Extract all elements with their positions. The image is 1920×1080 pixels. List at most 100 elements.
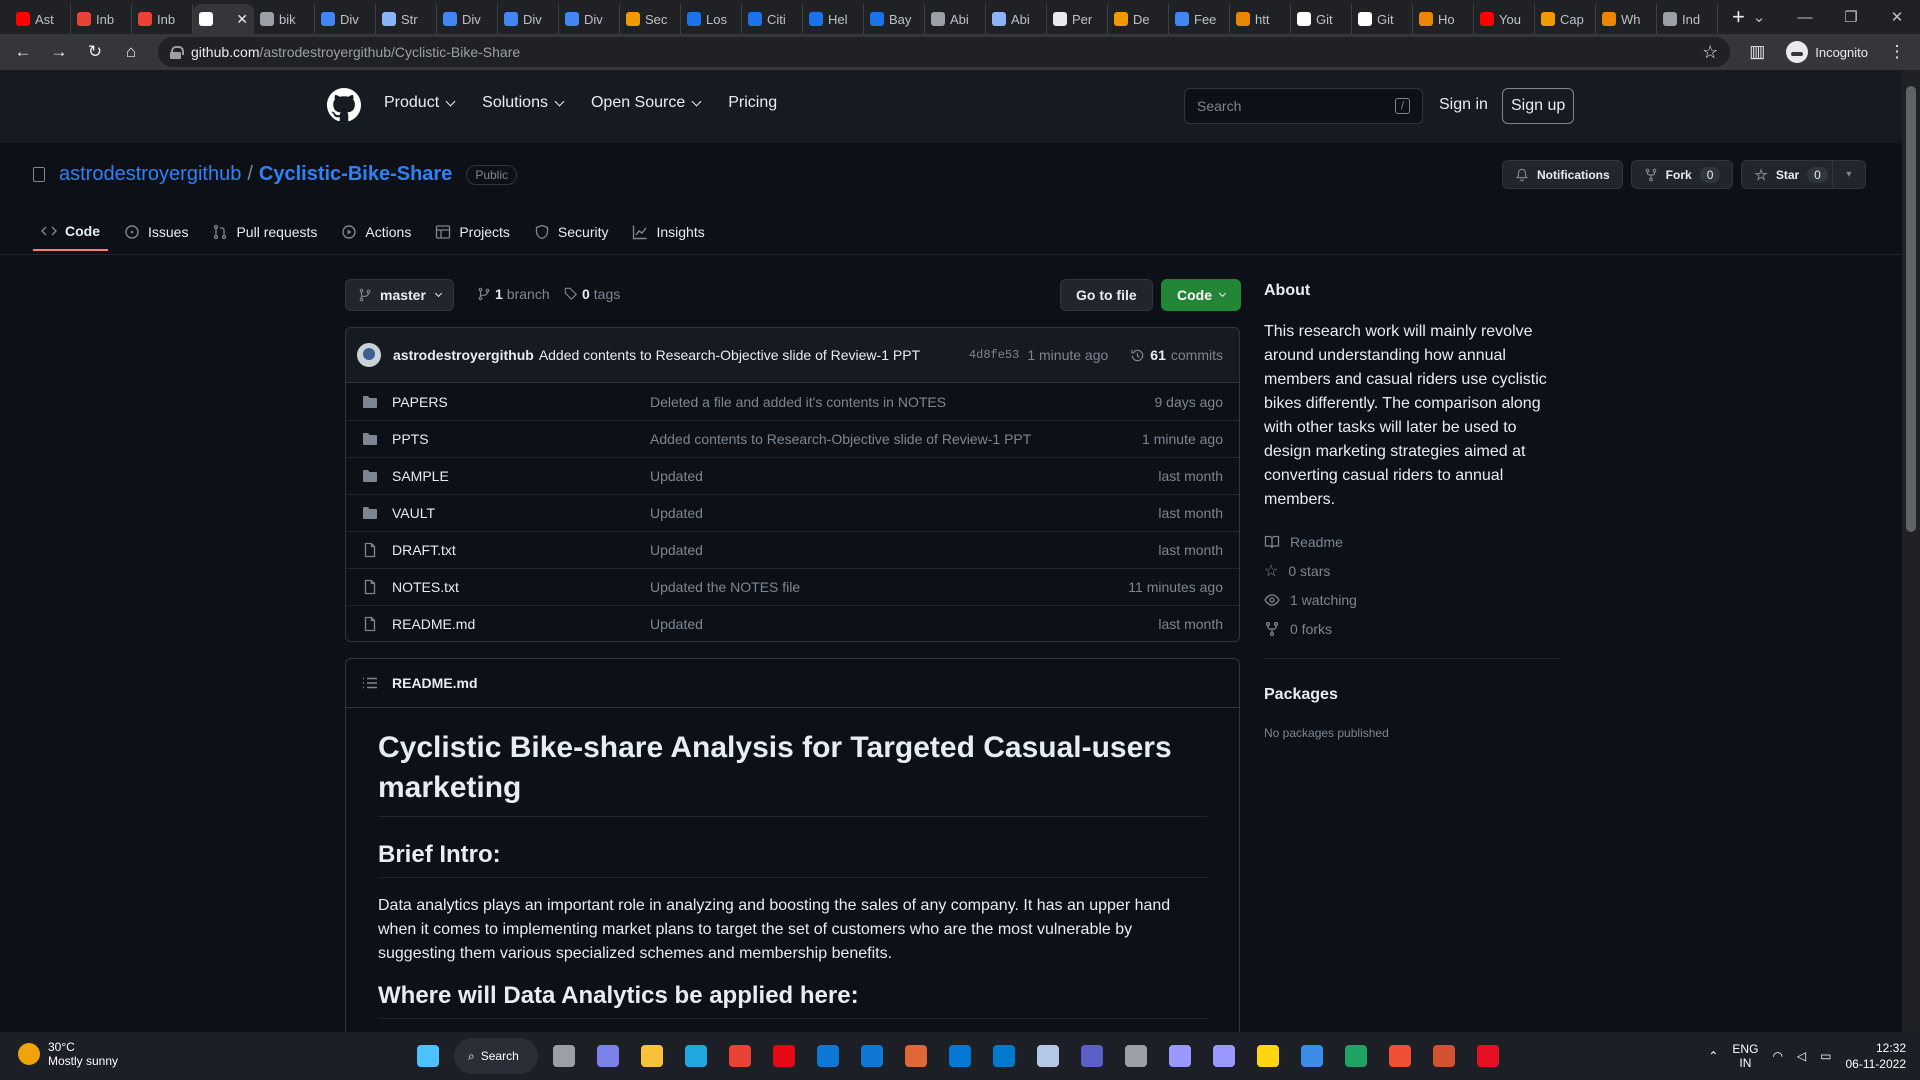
file-commit-message[interactable]: Updated (650, 468, 703, 484)
taskbar-netflix-button[interactable] (766, 1038, 802, 1074)
nav-product[interactable]: Product (384, 94, 456, 112)
wifi-icon[interactable]: ◠ (1772, 1049, 1782, 1063)
sign-up-button[interactable]: Sign up (1502, 88, 1575, 124)
taskbar-chat-button[interactable] (590, 1038, 626, 1074)
branches-link[interactable]: 1 branch (477, 286, 550, 302)
watchers-link[interactable]: 1 watching (1264, 585, 1357, 614)
file-name-link[interactable]: SAMPLE (392, 468, 650, 484)
address-bar[interactable]: github.com/astrodestroyergithub/Cyclisti… (158, 37, 1731, 67)
browser-tab[interactable]: Inb (132, 4, 193, 34)
home-icon[interactable]: ⌂ (116, 37, 146, 67)
sign-in-link[interactable]: Sign in (1439, 96, 1488, 114)
file-row[interactable]: DRAFT.txt Updated last month (346, 531, 1239, 568)
file-name-link[interactable]: NOTES.txt (392, 579, 650, 595)
side-panel-icon[interactable]: ▥ (1742, 37, 1772, 67)
list-icon[interactable] (362, 675, 378, 691)
readme-filename[interactable]: README.md (392, 675, 478, 691)
browser-tab[interactable]: De (1108, 4, 1169, 34)
tab-insights[interactable]: Insights (624, 223, 712, 251)
browser-tab[interactable]: Bay (864, 4, 925, 34)
code-dropdown-button[interactable]: Code (1161, 279, 1241, 311)
volume-icon[interactable]: ◁ (1797, 1049, 1806, 1063)
taskbar-sticky-notes-button[interactable] (1250, 1038, 1286, 1074)
incognito-profile[interactable]: Incognito (1778, 41, 1876, 63)
taskbar-task-view-button[interactable] (546, 1038, 582, 1074)
tab-code[interactable]: Code (33, 223, 108, 251)
browser-tab[interactable]: Str (376, 4, 437, 34)
taskbar-excel-button[interactable] (1338, 1038, 1374, 1074)
close-window-button[interactable]: ✕ (1874, 8, 1920, 26)
taskbar-git-button[interactable] (1382, 1038, 1418, 1074)
nav-open-source[interactable]: Open Source (591, 94, 702, 112)
page-scrollbar[interactable] (1902, 70, 1920, 1032)
file-name-link[interactable]: VAULT (392, 505, 650, 521)
browser-tab[interactable]: bik (254, 4, 315, 34)
bookmark-star-icon[interactable]: ☆ (1702, 42, 1718, 63)
taskbar-edge-button[interactable] (678, 1038, 714, 1074)
taskbar-after-effects-button[interactable] (1206, 1038, 1242, 1074)
file-row[interactable]: README.md Updated last month (346, 605, 1239, 641)
browser-tab[interactable]: Abi (925, 4, 986, 34)
nav-solutions[interactable]: Solutions (482, 94, 565, 112)
github-logo-icon[interactable] (327, 88, 361, 122)
browser-tab[interactable]: Div (559, 4, 620, 34)
browser-tab[interactable]: Per (1047, 4, 1108, 34)
browser-tab[interactable]: Abi (986, 4, 1047, 34)
go-to-file-button[interactable]: Go to file (1060, 279, 1153, 311)
file-commit-message[interactable]: Updated (650, 542, 703, 558)
file-commit-message[interactable]: Updated (650, 616, 703, 632)
readme-link[interactable]: Readme (1264, 527, 1357, 556)
notifications-button[interactable]: Notifications (1502, 160, 1623, 189)
repo-name-link[interactable]: Cyclistic-Bike-Share (259, 163, 452, 186)
taskbar-file-explorer-button[interactable] (634, 1038, 670, 1074)
browser-tab[interactable]: Ho (1413, 4, 1474, 34)
branch-select[interactable]: master (345, 279, 454, 311)
tab-search-icon[interactable]: ⌄ (1736, 8, 1782, 26)
fork-button[interactable]: Fork 0 (1630, 160, 1734, 189)
taskbar-app-blue-button[interactable] (942, 1038, 978, 1074)
tab-projects[interactable]: Projects (427, 223, 518, 251)
file-commit-message[interactable]: Updated (650, 505, 703, 521)
avatar[interactable] (357, 343, 381, 367)
restore-button[interactable]: ❐ (1828, 8, 1874, 26)
tab-issues[interactable]: Issues (116, 223, 196, 251)
scrollbar-thumb[interactable] (1906, 86, 1916, 532)
taskbar-teams-button[interactable] (1074, 1038, 1110, 1074)
browser-tab[interactable]: Div (498, 4, 559, 34)
taskbar-obs-button[interactable] (1118, 1038, 1154, 1074)
file-row[interactable]: NOTES.txt Updated the NOTES file 11 minute… (346, 568, 1239, 605)
browser-tab[interactable]: Fee (1169, 4, 1230, 34)
nav-pricing[interactable]: Pricing (728, 94, 777, 112)
taskbar-virtualbox-button[interactable] (1030, 1038, 1066, 1074)
github-search-input[interactable]: Search / (1184, 88, 1423, 124)
taskbar-store-button[interactable] (854, 1038, 890, 1074)
file-commit-message[interactable]: Updated the NOTES file (650, 579, 800, 595)
file-name-link[interactable]: PPTS (392, 431, 650, 447)
browser-tab[interactable]: You (1474, 4, 1535, 34)
battery-icon[interactable]: ▭ (1820, 1049, 1831, 1063)
file-name-link[interactable]: README.md (392, 616, 650, 632)
reload-icon[interactable]: ↻ (80, 37, 110, 67)
taskbar-premiere-button[interactable] (1162, 1038, 1198, 1074)
star-list-dropdown[interactable]: ▾ (1831, 160, 1866, 189)
menu-kebab-icon[interactable]: ⋮ (1882, 37, 1912, 67)
tags-link[interactable]: 0 tags (564, 286, 620, 302)
file-name-link[interactable]: DRAFT.txt (392, 542, 650, 558)
tab-security[interactable]: Security (526, 223, 617, 251)
taskbar-notepad-button[interactable] (1294, 1038, 1330, 1074)
browser-tab[interactable]: Div (437, 4, 498, 34)
file-commit-message[interactable]: Added contents to Research-Objective sli… (650, 431, 1031, 447)
browser-tab[interactable]: Citi (742, 4, 803, 34)
file-name-link[interactable]: PAPERS (392, 394, 650, 410)
browser-tab[interactable]: Los (681, 4, 742, 34)
browser-tab[interactable]: ✕ (193, 4, 254, 34)
file-row[interactable]: PPTS Added contents to Research-Objective… (346, 420, 1239, 457)
language-indicator[interactable]: ENG IN (1732, 1042, 1758, 1070)
browser-tab[interactable]: Ast (10, 4, 71, 34)
star-button[interactable]: ☆ Star 0 (1741, 160, 1841, 189)
taskbar-matlab-button[interactable] (898, 1038, 934, 1074)
browser-tab[interactable]: Git (1291, 4, 1352, 34)
file-row[interactable]: PAPERS Deleted a file and added it's cont… (346, 383, 1239, 420)
browser-tab[interactable]: Ind (1657, 4, 1718, 34)
browser-tab[interactable]: Hel (803, 4, 864, 34)
